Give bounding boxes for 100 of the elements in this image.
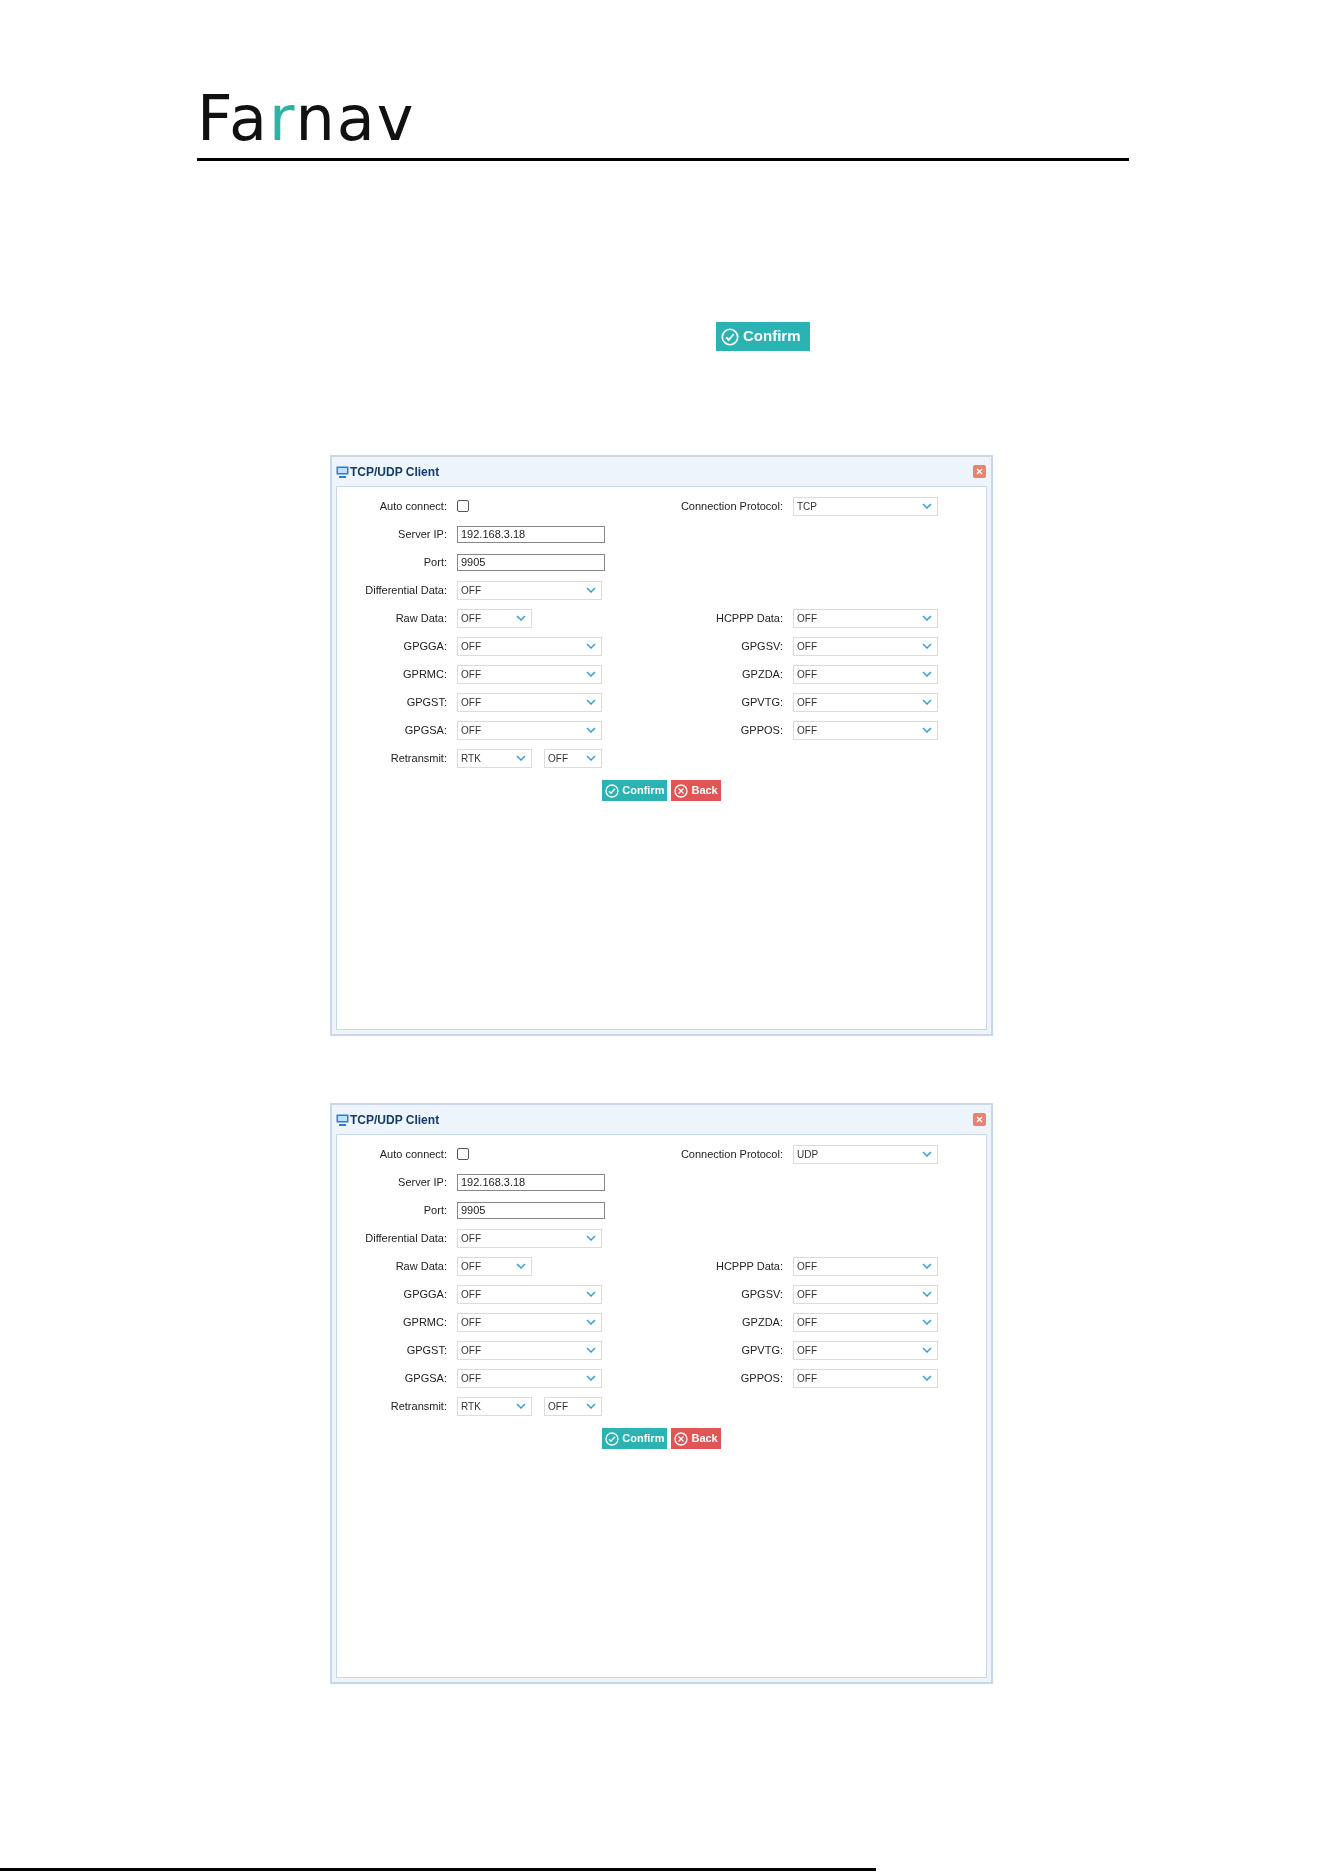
chevron-down-icon [586, 1319, 596, 1325]
field-label: GPGSV: [740, 1286, 783, 1302]
chevron-down-icon [586, 699, 596, 705]
field-label: GPGGA: [402, 638, 447, 654]
dropdown[interactable]: OFF [457, 1340, 602, 1360]
field-label: Raw Data: [394, 610, 447, 626]
dropdown[interactable]: OFF [457, 664, 602, 684]
field-label: Server IP: [397, 1174, 447, 1190]
checkbox[interactable] [457, 500, 469, 512]
chevron-down-icon [516, 755, 526, 761]
input-field[interactable]: 9905 [457, 1201, 605, 1219]
close-icon [976, 468, 983, 475]
check-circle-icon [605, 783, 620, 798]
chevron-down-icon [586, 1347, 596, 1353]
field-label: GPRMC: [402, 666, 447, 682]
field-label: GPGSA: [403, 722, 447, 738]
field-label: Differential Data: [364, 582, 447, 598]
dropdown[interactable]: OFF [544, 1396, 602, 1416]
input-field[interactable]: 9905 [457, 553, 605, 571]
chevron-down-icon [516, 1263, 526, 1269]
field-label: Connection Protocol: [679, 498, 783, 514]
chevron-down-icon [922, 503, 932, 509]
field-label: Port: [422, 1202, 447, 1218]
dropdown[interactable]: OFF [793, 720, 938, 740]
dropdown[interactable]: OFF [457, 720, 602, 740]
dropdown[interactable]: OFF [457, 608, 532, 628]
chevron-down-icon [922, 615, 932, 621]
field-label: GPGGA: [402, 1286, 447, 1302]
chevron-down-icon [922, 699, 932, 705]
field-label: GPPOS: [739, 1370, 783, 1386]
back-button[interactable]: Back [671, 780, 721, 801]
dropdown[interactable]: OFF [793, 1312, 938, 1332]
chevron-down-icon [922, 643, 932, 649]
dropdown[interactable]: OFF [457, 1228, 602, 1248]
chevron-down-icon [516, 1403, 526, 1409]
dropdown[interactable]: RTK [457, 748, 532, 768]
dropdown[interactable]: UDP [793, 1144, 938, 1164]
field-label: Connection Protocol: [679, 1146, 783, 1162]
check-circle-icon [721, 327, 739, 346]
field-label: GPGST: [405, 1342, 447, 1358]
dropdown[interactable]: OFF [457, 1312, 602, 1332]
chevron-down-icon [922, 1263, 932, 1269]
chevron-down-icon [586, 727, 596, 733]
field-label: GPZDA: [741, 666, 783, 682]
dropdown[interactable]: TCP [793, 496, 938, 516]
field-label: GPPOS: [739, 722, 783, 738]
input-field[interactable]: 192.168.3.18 [457, 1173, 605, 1191]
chevron-down-icon [586, 671, 596, 677]
chevron-down-icon [586, 1403, 596, 1409]
field-label: GPZDA: [741, 1314, 783, 1330]
dropdown[interactable]: OFF [544, 748, 602, 768]
dropdown[interactable]: OFF [793, 1340, 938, 1360]
chevron-down-icon [922, 1375, 932, 1381]
dropdown[interactable]: OFF [793, 636, 938, 656]
chevron-down-icon [922, 1347, 932, 1353]
back-button[interactable]: Back [671, 1428, 721, 1449]
field-label: GPVTG: [740, 694, 783, 710]
chevron-down-icon [922, 671, 932, 677]
dropdown[interactable]: OFF [793, 664, 938, 684]
checkbox[interactable] [457, 1148, 469, 1160]
field-label: GPGSA: [403, 1370, 447, 1386]
field-label: Raw Data: [394, 1258, 447, 1274]
input-field[interactable]: 192.168.3.18 [457, 525, 605, 543]
chevron-down-icon [586, 755, 596, 761]
field-label: Retransmit: [389, 1398, 447, 1414]
chevron-down-icon [516, 615, 526, 621]
close-button[interactable] [973, 1113, 986, 1126]
field-label: GPGST: [405, 694, 447, 710]
field-label: HCPPP Data: [714, 1258, 783, 1274]
dropdown[interactable]: RTK [457, 1396, 532, 1416]
chevron-down-icon [586, 1291, 596, 1297]
chevron-down-icon [586, 587, 596, 593]
field-label: GPRMC: [402, 1314, 447, 1330]
field-label: HCPPP Data: [714, 610, 783, 626]
dropdown[interactable]: OFF [457, 692, 602, 712]
dialog-title: TCP/UDP Client [350, 463, 440, 481]
close-circle-icon [674, 1431, 689, 1446]
close-button[interactable] [973, 465, 986, 478]
dropdown[interactable]: OFF [793, 1256, 938, 1276]
chevron-down-icon [922, 727, 932, 733]
dropdown[interactable]: OFF [457, 1368, 602, 1388]
dropdown[interactable]: OFF [457, 636, 602, 656]
dropdown[interactable]: OFF [457, 1256, 532, 1276]
dropdown[interactable]: OFF [793, 1284, 938, 1304]
dropdown[interactable]: OFF [457, 1284, 602, 1304]
dropdown[interactable]: OFF [793, 608, 938, 628]
chevron-down-icon [922, 1291, 932, 1297]
dropdown[interactable]: OFF [457, 580, 602, 600]
dialog-title: TCP/UDP Client [350, 1111, 440, 1129]
field-label: Auto connect: [378, 1146, 447, 1162]
dropdown[interactable]: OFF [793, 692, 938, 712]
check-circle-icon [605, 1431, 620, 1446]
field-label: Port: [422, 554, 447, 570]
chevron-down-icon [586, 1375, 596, 1381]
field-label: Auto connect: [378, 498, 447, 514]
monitor-icon [336, 1113, 349, 1126]
dropdown[interactable]: OFF [793, 1368, 938, 1388]
monitor-icon [336, 465, 349, 478]
chevron-down-icon [922, 1151, 932, 1157]
field-label: Retransmit: [389, 750, 447, 766]
